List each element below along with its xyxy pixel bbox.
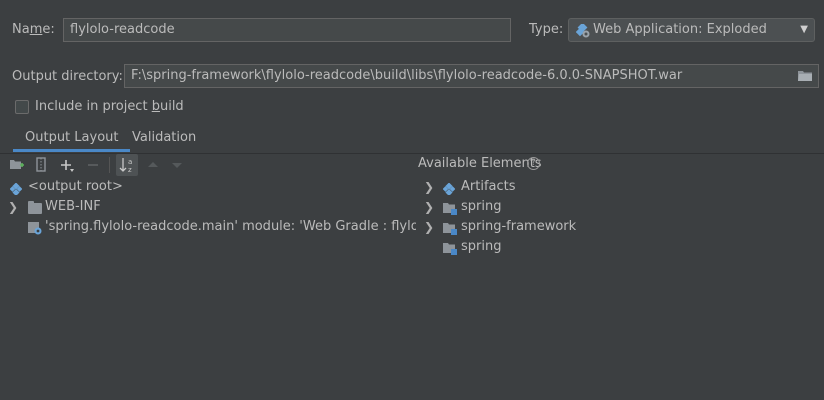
include-in-build-label: Include in project build <box>35 99 184 114</box>
chevron-right-icon[interactable]: ❯ <box>424 177 434 197</box>
archive-button[interactable] <box>31 155 51 175</box>
tree-label: spring <box>461 239 502 254</box>
tree-label: WEB-INF <box>45 199 101 214</box>
chevron-right-icon[interactable]: ❯ <box>424 197 434 217</box>
folder-icon <box>28 201 42 214</box>
output-directory-label: Output directory: <box>12 69 123 84</box>
include-in-build-checkbox[interactable] <box>15 100 29 114</box>
tree-label: spring-framework <box>461 219 577 234</box>
tree-label: <output root> <box>28 179 123 194</box>
chevron-right-icon[interactable]: ❯ <box>424 217 434 237</box>
move-down-icon[interactable] <box>168 155 188 175</box>
module-folder-icon <box>443 221 457 235</box>
name-label: Name: <box>12 22 55 37</box>
help-icon[interactable]: ? <box>527 157 540 170</box>
available-elements-header: Available Elements <box>418 156 542 171</box>
output-directory-value: F:\spring-framework\flylolo-readcode\bui… <box>131 68 683 83</box>
tree-label: 'spring.flylolo-readcode.main' module: '… <box>45 219 416 234</box>
add-button[interactable] <box>57 155 77 175</box>
chevron-down-icon: ▼ <box>800 24 808 35</box>
tree-label: Artifacts <box>461 179 516 194</box>
type-select-value: Web Application: Exploded <box>593 22 767 37</box>
new-directory-button[interactable] <box>7 155 27 175</box>
type-label: Type: <box>529 22 564 37</box>
svg-text:z: z <box>128 166 132 174</box>
artifacts-icon <box>442 182 456 197</box>
svg-text:a: a <box>128 158 132 166</box>
sort-elements-button[interactable]: a z <box>116 154 138 176</box>
tree-label: spring <box>461 199 502 214</box>
module-folder-icon <box>443 241 457 255</box>
remove-button[interactable] <box>83 155 103 175</box>
web-app-icon <box>575 22 590 38</box>
type-select[interactable]: Web Application: Exploded ▼ <box>568 18 815 42</box>
tab-validation[interactable]: Validation <box>132 130 196 150</box>
tab-output-layout[interactable]: Output Layout <box>12 130 132 152</box>
output-root-icon <box>9 182 23 197</box>
name-input[interactable]: flylolo-readcode <box>63 18 511 42</box>
module-icon <box>28 221 42 235</box>
move-up-icon[interactable] <box>144 155 164 175</box>
chevron-right-icon[interactable]: ❯ <box>8 197 18 217</box>
toolbar-separator <box>109 157 110 173</box>
output-directory-input[interactable]: F:\spring-framework\flylolo-readcode\bui… <box>124 64 819 88</box>
module-folder-icon <box>443 201 457 215</box>
browse-folder-icon[interactable] <box>798 70 813 82</box>
tree-row-module[interactable]: 'spring.flylolo-readcode.main' module: '… <box>8 217 416 237</box>
